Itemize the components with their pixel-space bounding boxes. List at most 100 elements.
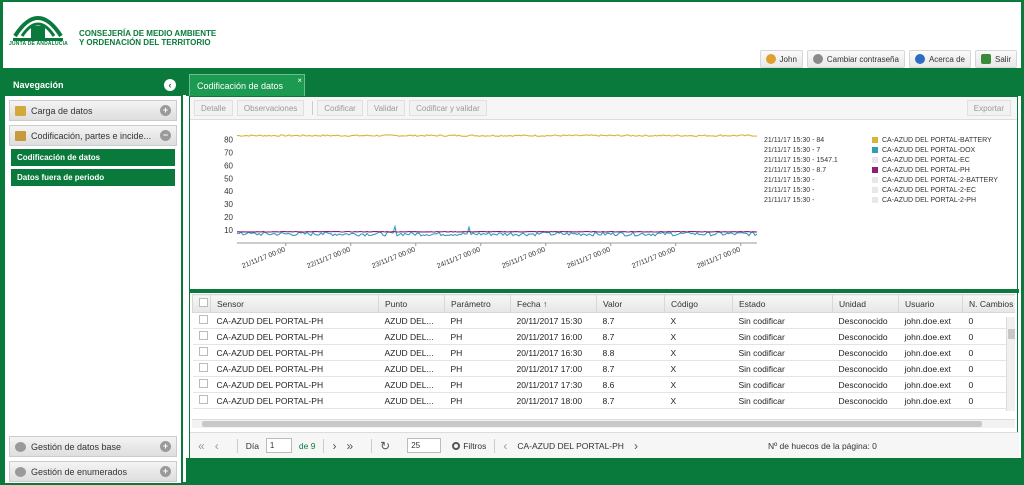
prev-page-icon[interactable]: ‹ (215, 439, 219, 453)
column-header[interactable]: Valor (596, 294, 665, 313)
logout-button[interactable]: Salir (974, 50, 1017, 68)
checkbox[interactable] (198, 363, 208, 372)
about-label: Acerca de (928, 54, 965, 64)
table-row[interactable]: CA-AZUD DEL PORTAL-PH AZUD DEL... PH 20/11/… (192, 392, 1015, 409)
column-header[interactable]: Parámetro (444, 294, 511, 313)
checkbox[interactable] (199, 298, 208, 307)
section-codificacion[interactable]: Codificación, partes e incide... − (9, 125, 177, 146)
column-header[interactable]: Usuario (898, 294, 963, 313)
pager-separator (494, 438, 496, 453)
row-select-cell[interactable] (192, 344, 211, 361)
legend-series-name: CA-AZUD DEL PORTAL-BATTERY (882, 136, 992, 144)
next-page-icon[interactable]: › (332, 439, 336, 453)
legend-item[interactable]: 21/11/17 15:30 - CA-AZUD DEL PORTAL-2-PH (764, 195, 1019, 205)
collapse-sidebar-icon[interactable]: ‹ (164, 79, 176, 91)
about-button[interactable]: Acerca de (908, 50, 971, 68)
table-row[interactable]: CA-AZUD DEL PORTAL-PH AZUD DEL... PH 20/11/… (192, 360, 1015, 377)
column-header[interactable]: Fecha ↑ (510, 294, 597, 313)
column-header[interactable]: Estado (732, 294, 833, 313)
table-cell: Desconocido (832, 312, 899, 329)
vertical-scrollbar[interactable] (1006, 317, 1015, 411)
organization-name: CONSEJERÍA DE MEDIO AMBIENTE Y ORDENACIÓ… (79, 29, 216, 47)
table-cell: Desconocido (832, 376, 899, 393)
last-page-icon[interactable]: » (346, 439, 353, 453)
column-header[interactable]: Punto (378, 294, 445, 313)
row-select-cell[interactable] (192, 360, 211, 377)
checkbox[interactable] (198, 395, 208, 404)
table-row[interactable]: CA-AZUD DEL PORTAL-PH AZUD DEL... PH 20/11/… (192, 376, 1015, 393)
table-cell: X (664, 360, 733, 377)
page-size-input[interactable]: 25 (407, 438, 442, 453)
row-select-cell[interactable] (192, 312, 211, 329)
column-header[interactable]: Unidad (832, 294, 899, 313)
table-cell: X (664, 312, 733, 329)
table-cell: CA-AZUD DEL PORTAL-PH (210, 328, 379, 345)
expand-icon[interactable]: + (160, 466, 171, 477)
table-row[interactable]: CA-AZUD DEL PORTAL-PH AZUD DEL... PH 20/11/… (192, 344, 1015, 361)
prev-sensor-icon[interactable]: ‹ (503, 439, 507, 453)
scroll-thumb[interactable] (202, 421, 982, 427)
section-gestion-datos-base[interactable]: Gestión de datos base + (9, 436, 177, 457)
section-carga-datos[interactable]: Carga de datos + (9, 100, 177, 121)
horizontal-scrollbar[interactable] (192, 419, 1015, 428)
sidebar-item-codificacion-datos[interactable]: Codificación de datos (11, 149, 175, 166)
column-header[interactable]: Código (664, 294, 733, 313)
checkbox[interactable] (198, 331, 208, 340)
change-password-button[interactable]: Cambiar contraseña (806, 50, 905, 68)
expand-icon[interactable]: + (160, 105, 171, 116)
code-and-validate-button[interactable]: Codificar y validar (409, 100, 487, 116)
next-sensor-icon[interactable]: › (634, 439, 638, 453)
table-cell: Sin codificar (732, 376, 833, 393)
filters-button[interactable]: Filtros (452, 441, 486, 451)
column-header[interactable]: Sensor (210, 294, 379, 313)
table-cell: AZUD DEL... (378, 392, 445, 409)
row-select-cell[interactable] (192, 376, 211, 393)
legend-swatch (872, 157, 878, 163)
legend-item[interactable]: 21/11/17 15:30 - 8.7 CA-AZUD DEL PORTAL-P… (764, 165, 1019, 175)
page-input[interactable]: 1 (265, 438, 292, 453)
first-page-icon[interactable]: « (198, 439, 205, 453)
tab-codificacion-datos[interactable]: Codificación de datos × (189, 74, 305, 96)
table-row[interactable]: CA-AZUD DEL PORTAL-PH AZUD DEL... PH 20/11/… (192, 312, 1015, 329)
sidebar-item-datos-fuera-periodo[interactable]: Datos fuera de periodo (11, 169, 175, 186)
search-icon (452, 441, 461, 450)
detail-button[interactable]: Detalle (194, 100, 233, 116)
scroll-thumb[interactable] (1008, 329, 1015, 339)
pager-separator (323, 438, 325, 453)
legend-item[interactable]: 21/11/17 15:30 - 84 CA-AZUD DEL PORTAL-BA… (764, 135, 1019, 145)
checkbox[interactable] (198, 347, 208, 356)
splitter-bar[interactable] (190, 289, 1019, 293)
legend-item[interactable]: 21/11/17 15:30 - CA-AZUD DEL PORTAL-2-EC (764, 185, 1019, 195)
checkbox[interactable] (198, 379, 208, 388)
table-cell: 8.7 (596, 360, 665, 377)
observations-button[interactable]: Observaciones (236, 100, 305, 116)
table-cell: AZUD DEL... (378, 312, 445, 329)
series-line (237, 230, 757, 233)
footer-band (186, 458, 1021, 485)
legend-item[interactable]: 21/11/17 15:30 - CA-AZUD DEL PORTAL-2-BAT… (764, 175, 1019, 185)
checkbox[interactable] (198, 315, 208, 324)
table-cell: X (664, 392, 733, 409)
select-all-header[interactable] (192, 294, 211, 313)
collapse-icon[interactable]: − (160, 130, 171, 141)
legend-item[interactable]: 21/11/17 15:30 - 1547.1 CA-AZUD DEL PORTA… (764, 155, 1019, 165)
table-cell: Sin codificar (732, 328, 833, 345)
code-button[interactable]: Codificar (317, 100, 363, 116)
validate-button[interactable]: Validar (366, 100, 406, 116)
expand-icon[interactable]: + (160, 441, 171, 452)
column-header[interactable]: N. Cambios (962, 294, 1015, 313)
row-select-cell[interactable] (192, 328, 211, 345)
legend-last-value: 21/11/17 15:30 - 84 (764, 136, 825, 144)
export-button[interactable]: Exportar (966, 100, 1011, 116)
row-select-cell[interactable] (192, 392, 211, 409)
refresh-icon[interactable]: ↻ (380, 439, 390, 453)
legend-item[interactable]: 21/11/17 15:30 - 7 CA-AZUD DEL PORTAL-DOX (764, 145, 1019, 155)
close-tab-icon[interactable]: × (297, 76, 302, 85)
table-cell: X (664, 344, 733, 361)
table-row[interactable]: CA-AZUD DEL PORTAL-PH AZUD DEL... PH 20/11/… (192, 328, 1015, 345)
y-tick-label: 40 (224, 187, 233, 196)
section-gestion-enumerados[interactable]: Gestión de enumerados + (9, 461, 177, 482)
section-label-wrap: Gestión de datos base (15, 441, 121, 452)
user-button[interactable]: John (759, 50, 803, 68)
org-line-1: CONSEJERÍA DE MEDIO AMBIENTE (79, 29, 217, 38)
